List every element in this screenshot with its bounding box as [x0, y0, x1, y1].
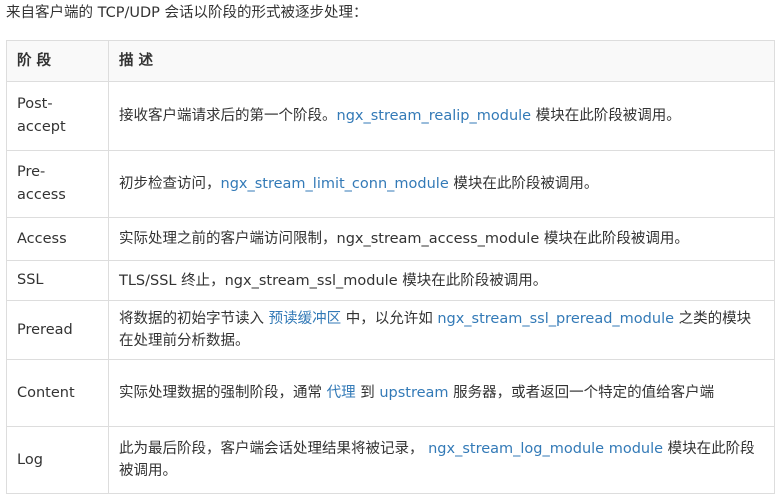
- phase-description: 实际处理数据的强制阶段，通常 代理 到 upstream 服务器，或者返回一个特…: [108, 359, 775, 427]
- table-row: Access 实际处理之前的客户端访问限制，ngx_stream_access_…: [6, 217, 775, 261]
- table-row: Content 实际处理数据的强制阶段，通常 代理 到 upstream 服务器…: [6, 359, 775, 427]
- limit-conn-module-link[interactable]: ngx_stream_limit_conn_module: [221, 176, 449, 192]
- header-phase: 阶 段: [6, 40, 109, 82]
- phase-name-text: Pre-access: [17, 164, 66, 203]
- phase-description: 此为最后阶段，客户端会话处理结果将被记录， ngx_stream_log_mod…: [108, 426, 775, 494]
- desc-text: 模块在此阶段被调用。: [448, 176, 599, 192]
- realip-module-link[interactable]: ngx_stream_realip_module: [337, 108, 532, 124]
- desc-text: 到: [355, 385, 380, 401]
- desc-text: 初步检查访问，: [119, 176, 221, 192]
- preread-buffer-link[interactable]: 预读缓冲区: [269, 311, 342, 327]
- desc-text: 实际处理数据的强制阶段，通常: [119, 385, 327, 401]
- phase-name: Pre-access: [6, 150, 109, 218]
- table-row: Log 此为最后阶段，客户端会话处理结果将被记录， ngx_stream_log…: [6, 426, 775, 494]
- phase-name: Log: [6, 426, 109, 494]
- table-row: Post-accept 接收客户端请求后的第一个阶段。ngx_stream_re…: [6, 81, 775, 151]
- phase-name-text: Post-accept: [17, 96, 66, 135]
- stream-phases-table: 阶 段 描 述 Post-accept 接收客户端请求后的第一个阶段。ngx_s…: [6, 40, 775, 494]
- table-row: Preread 将数据的初始字节读入 预读缓冲区 中，以允许如 ngx_stre…: [6, 300, 775, 360]
- desc-text: 此为最后阶段，客户端会话处理结果将被记录，: [119, 441, 429, 457]
- table-header-row: 阶 段 描 述: [6, 40, 775, 82]
- desc-text: 模块在此阶段被调用。: [531, 108, 681, 124]
- desc-text: 接收客户端请求后的第一个阶段。: [119, 108, 337, 124]
- log-module-link[interactable]: ngx_stream_log_module module: [428, 441, 663, 457]
- proxy-link[interactable]: 代理: [327, 385, 356, 401]
- desc-text: 将数据的初始字节读入: [119, 311, 269, 327]
- table-row: Pre-access 初步检查访问，ngx_stream_limit_conn_…: [6, 150, 775, 218]
- phase-name: Access: [6, 217, 109, 261]
- desc-text: 服务器，或者返回一个特定的值给客户端: [448, 385, 715, 401]
- phase-description: 将数据的初始字节读入 预读缓冲区 中，以允许如 ngx_stream_ssl_p…: [108, 300, 775, 360]
- desc-text: 中，以允许如: [341, 311, 438, 327]
- table-row: SSL TLS/SSL 终止，ngx_stream_ssl_module 模块在…: [6, 260, 775, 301]
- intro-text: 来自客户端的 TCP/UDP 会话以阶段的形式被逐步处理：: [6, 5, 368, 21]
- upstream-link[interactable]: upstream: [379, 385, 448, 401]
- phase-description: 初步检查访问，ngx_stream_limit_conn_module 模块在此…: [108, 150, 775, 218]
- phase-description: 实际处理之前的客户端访问限制，ngx_stream_access_module …: [108, 217, 775, 261]
- phase-name: Post-accept: [6, 81, 109, 151]
- header-description: 描 述: [108, 40, 775, 82]
- phase-description: TLS/SSL 终止，ngx_stream_ssl_module 模块在此阶段被…: [108, 260, 775, 301]
- phase-name: Preread: [6, 300, 109, 360]
- phase-description: 接收客户端请求后的第一个阶段。ngx_stream_realip_module …: [108, 81, 775, 151]
- phase-name: Content: [6, 359, 109, 427]
- phase-name: SSL: [6, 260, 109, 301]
- ssl-preread-module-link[interactable]: ngx_stream_ssl_preread_module: [437, 311, 674, 327]
